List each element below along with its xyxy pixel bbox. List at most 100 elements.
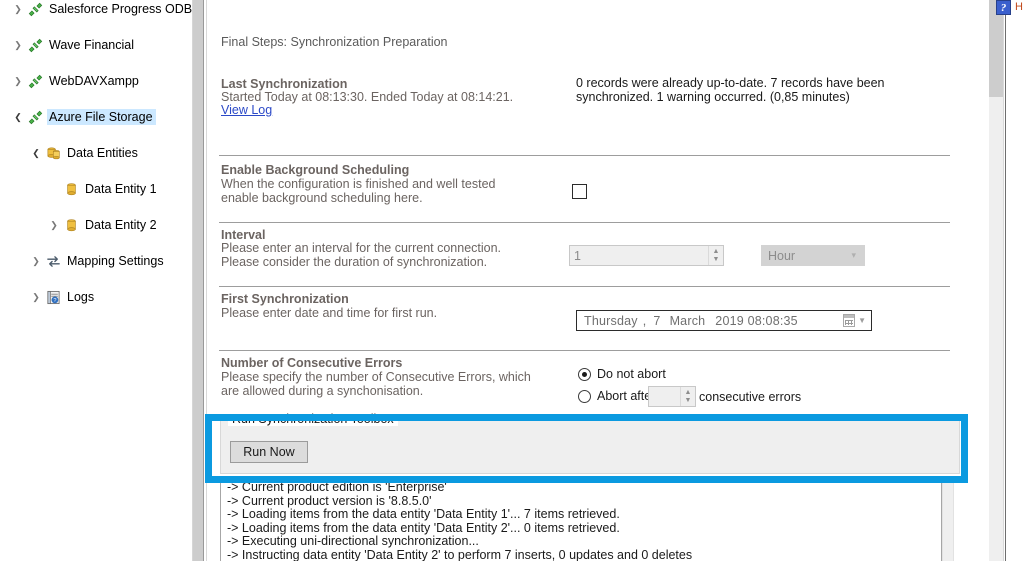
run-synchronization-toolbox-group [220,420,960,474]
chevron-down-icon[interactable]: ▼ [858,317,866,325]
tree-item-azure-file-storage[interactable]: ❮ Azure File Storage [0,108,192,126]
last-sync-detail: Started Today at 08:13:30. Ended Today a… [221,90,513,104]
plug-icon [26,108,44,126]
chevron-down-icon[interactable]: ❮ [10,108,26,126]
do-not-abort-label: Do not abort [597,367,666,381]
interval-value-input[interactable]: 1 [570,246,708,265]
interval-desc-2: Please consider the duration of synchron… [221,255,487,269]
view-log-link[interactable]: View Log [221,103,272,117]
stepper-up-icon[interactable]: ▲ [685,389,692,397]
entities-icon [44,144,62,162]
first-sync-comma: , [643,314,647,328]
chevron-right-icon[interactable]: ❯ [46,216,62,234]
help-question-icon[interactable]: ? [996,0,1011,15]
tree-item-label: Logs [65,289,97,305]
do-not-abort-option[interactable]: Do not abort [578,367,666,381]
tree-item-data-entities[interactable]: ❮ Data Entities [0,144,192,162]
stepper-buttons[interactable]: ▲ ▼ [680,387,695,406]
log-scrollbar[interactable] [942,479,954,561]
page-title: Final Steps: Synchronization Preparation [221,35,448,49]
abort-after-count-input[interactable] [649,387,680,406]
abort-after-radio[interactable] [578,390,591,403]
plug-icon [26,72,44,90]
interval-value-stepper[interactable]: 1 ▲ ▼ [569,245,724,266]
sync-log-output[interactable]: -> Current product edition is 'Enterpris… [220,479,942,561]
tree-item-data-entity-1[interactable]: ❯ Data Entity 1 [0,180,192,198]
run-now-button[interactable]: Run Now [230,441,308,463]
window-right-border [1003,0,1006,561]
calendar-dropdown-group[interactable]: ▼ [843,314,866,327]
help-label: H [1015,1,1023,13]
section-divider [219,222,950,223]
chevron-right-icon[interactable]: ❯ [28,252,44,270]
interval-unit-value: Hour [768,249,795,263]
abort-after-count-stepper[interactable]: ▲ ▼ [648,386,696,407]
tree-item-label: Salesforce Progress ODBC [47,1,192,17]
tree-item-label: Wave Financial [47,37,137,53]
stepper-down-icon[interactable]: ▼ [713,256,720,264]
consecutive-errors-title: Number of Consecutive Errors [221,356,402,370]
enable-background-scheduling-checkbox[interactable] [572,184,587,199]
svg-text:?: ? [53,298,56,304]
section-divider [219,286,950,287]
first-sync-year-time: 2019 08:08:35 [715,314,798,328]
consecutive-errors-desc-2: are allowed during a synchonisation. [221,384,423,398]
first-sync-weekday: Thursday [584,314,638,328]
abort-after-label: Abort after [597,389,655,403]
calendar-icon[interactable] [843,314,855,327]
panel-splitter[interactable] [203,0,207,561]
tree-item-salesforce-progress-odbc[interactable]: ❯ Salesforce Progress ODBC [0,0,192,18]
first-sync-month: March [670,314,706,328]
tree-item-label: Data Entities [65,145,141,161]
stepper-up-icon[interactable]: ▲ [713,248,720,256]
chevron-down-icon[interactable]: ❮ [28,144,44,162]
do-not-abort-radio[interactable] [578,368,591,381]
chevron-right-icon[interactable]: ❯ [10,72,26,90]
interval-unit-dropdown[interactable]: Hour ▾ [761,245,865,266]
entity-icon [62,180,80,198]
chevron-right-icon[interactable]: ❯ [10,36,26,54]
section-divider [219,350,950,351]
chevron-right-icon[interactable]: ❯ [28,288,44,306]
run-synchronization-toolbox-legend: Run Synchronization Toolbox [228,412,398,426]
logs-icon: ? [44,288,62,306]
tree-item-data-entity-2[interactable]: ❯ Data Entity 2 [0,216,192,234]
background-scheduling-title: Enable Background Scheduling [221,163,409,177]
log-line: -> Loading items from the data entity 'D… [227,508,692,522]
tree-item-mapping-settings[interactable]: ❯ Mapping Settings [0,252,192,270]
interval-title: Interval [221,228,265,242]
abort-after-option[interactable]: Abort after [578,389,655,403]
stepper-down-icon[interactable]: ▼ [685,397,692,405]
interval-desc-1: Please enter an interval for the current… [221,241,501,255]
tree-item-logs[interactable]: ❯ ? Logs [0,288,192,306]
tree-scrollbar-thumb[interactable] [193,0,203,561]
consecutive-errors-suffix: consecutive errors [699,390,801,404]
chevron-right-icon[interactable]: ❯ [10,0,26,18]
application-window: ❯ Salesforce Progress ODBC ❯ Wave Financ… [0,0,1024,561]
log-line: -> Current product edition is 'Enterpris… [227,481,692,495]
tree-item-webdavxampp[interactable]: ❯ WebDAVXampp [0,72,192,90]
chevron-down-icon[interactable]: ▾ [851,250,856,261]
last-sync-result-line2: synchronized. 1 warning occurred. (0,85 … [576,90,850,104]
tree-item-wave-financial[interactable]: ❯ Wave Financial [0,36,192,54]
stepper-buttons[interactable]: ▲ ▼ [708,246,723,265]
log-line: -> Current product version is '8.8.5.0' [227,495,692,509]
plug-icon [26,36,44,54]
settings-content-panel: Final Steps: Synchronization Preparation… [208,0,989,561]
first-sync-day: 7 [653,314,660,328]
tree-item-label: Azure File Storage [47,109,156,125]
background-scheduling-desc-2: enable background scheduling here. [221,191,423,205]
right-side-pane [1007,0,1024,561]
background-scheduling-desc-1: When the configuration is finished and w… [221,177,495,191]
connections-tree-panel[interactable]: ❯ Salesforce Progress ODBC ❯ Wave Financ… [0,0,192,561]
first-sync-datetime-picker[interactable]: Thursday , 7 March 2019 08:08:35 ▼ [576,310,872,331]
mapping-icon [44,252,62,270]
tree-item-label: Data Entity 2 [83,217,160,233]
entity-icon [62,216,80,234]
tree-item-label: Mapping Settings [65,253,167,269]
log-line: -> Executing uni-directional synchroniza… [227,535,692,549]
last-sync-title: Last Synchronization [221,77,347,91]
first-sync-title: First Synchronization [221,292,349,306]
consecutive-errors-desc-1: Please specify the number of Consecutive… [221,370,531,384]
log-line: -> Instructing data entity 'Data Entity … [227,549,692,561]
